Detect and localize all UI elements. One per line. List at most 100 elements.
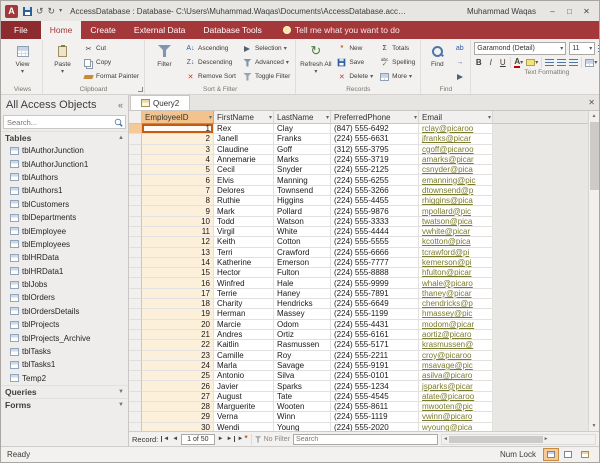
cell-first-name[interactable]: Delores	[214, 186, 274, 196]
cell-last-name[interactable]: Goff	[274, 145, 331, 155]
row-selector[interactable]	[129, 351, 142, 361]
cell-employee-id[interactable]: 3	[142, 145, 214, 155]
cell-employee-id[interactable]: 27	[142, 392, 214, 402]
row-selector[interactable]	[129, 392, 142, 402]
tab-database-tools[interactable]: Database Tools	[194, 21, 270, 39]
ascending-button[interactable]: A↓ Ascending	[183, 42, 238, 55]
remove-sort-button[interactable]: ✕ Remove Sort	[183, 70, 238, 83]
cell-employee-id[interactable]: 7	[142, 186, 214, 196]
horizontal-scrollbar[interactable]: ◄ ►	[441, 434, 596, 445]
row-selector[interactable]	[129, 237, 142, 247]
nav-table-item[interactable]: tblOrdersDetails	[1, 305, 128, 318]
cell-first-name[interactable]: Elvis	[214, 175, 274, 185]
cell-employee-id[interactable]: 30	[142, 423, 214, 431]
filter-indicator[interactable]: No Filter	[255, 436, 290, 443]
cell-last-name[interactable]: Hendricks	[274, 299, 331, 309]
row-selector[interactable]	[129, 330, 142, 340]
align-center-button[interactable]	[557, 57, 566, 68]
nav-table-item[interactable]: tblProjects_Archive	[1, 331, 128, 344]
cell-first-name[interactable]: Charity	[214, 299, 274, 309]
cell-employee-id[interactable]: 25	[142, 371, 214, 381]
nav-collapse-icon[interactable]: «	[118, 100, 123, 110]
cell-employee-id[interactable]: 2	[142, 134, 214, 144]
row-selector[interactable]	[129, 289, 142, 299]
cell-email-link[interactable]: tcrawford@pi	[419, 248, 493, 258]
nav-table-item[interactable]: tblAuthors1	[1, 184, 128, 197]
nav-section-forms[interactable]: Forms ▼	[1, 398, 128, 411]
tell-me-box[interactable]: Tell me what you want to do	[283, 21, 400, 39]
cell-last-name[interactable]: Watson	[274, 217, 331, 227]
row-selector[interactable]	[129, 309, 142, 319]
cell-first-name[interactable]: Virgil	[214, 227, 274, 237]
cell-email-link[interactable]: whale@picaro	[419, 278, 493, 288]
select-button[interactable]	[452, 70, 467, 83]
cell-first-name[interactable]: Winfred	[214, 278, 274, 288]
cell-preferred-phone[interactable]: (224) 555-6666	[331, 248, 419, 258]
cell-last-name[interactable]: Tate	[274, 392, 331, 402]
cell-employee-id[interactable]: 19	[142, 309, 214, 319]
nav-table-item[interactable]: tblAuthors	[1, 171, 128, 184]
row-selector[interactable]	[129, 340, 142, 350]
cell-last-name[interactable]: Wooten	[274, 402, 331, 412]
goto-button[interactable]: →	[452, 56, 467, 69]
cell-preferred-phone[interactable]: (224) 555-4444	[331, 227, 419, 237]
nav-table-item[interactable]: tblCustomers	[1, 198, 128, 211]
cell-first-name[interactable]: Kaitlin	[214, 340, 274, 350]
cell-last-name[interactable]: Townsend	[274, 186, 331, 196]
row-selector[interactable]	[129, 217, 142, 227]
cell-first-name[interactable]: Andres	[214, 330, 274, 340]
totals-button[interactable]: Σ Totals	[377, 42, 417, 55]
cell-last-name[interactable]: Crawford	[274, 248, 331, 258]
cell-last-name[interactable]: Rasmussen	[274, 340, 331, 350]
align-right-button[interactable]	[569, 57, 578, 68]
row-selector[interactable]	[129, 402, 142, 412]
cell-first-name[interactable]: Terri	[214, 248, 274, 258]
cell-first-name[interactable]: Herman	[214, 309, 274, 319]
cell-employee-id[interactable]: 11	[142, 227, 214, 237]
cell-employee-id[interactable]: 24	[142, 361, 214, 371]
font-size-combo[interactable]: 11 ▾	[569, 42, 595, 55]
row-selector[interactable]	[129, 423, 142, 431]
close-button[interactable]: ✕	[578, 7, 595, 16]
cell-email-link[interactable]: vwhite@picar	[419, 227, 493, 237]
cell-email-link[interactable]: modom@picar	[419, 320, 493, 330]
cell-last-name[interactable]: Young	[274, 423, 331, 431]
cell-first-name[interactable]: Cecil	[214, 165, 274, 175]
cell-last-name[interactable]: Clay	[274, 124, 331, 134]
cell-last-name[interactable]: Winn	[274, 412, 331, 422]
cell-employee-id[interactable]: 14	[142, 258, 214, 268]
cell-employee-id[interactable]: 8	[142, 196, 214, 206]
cell-first-name[interactable]: Wendi	[214, 423, 274, 431]
nav-table-item[interactable]: tblEmployee	[1, 224, 128, 237]
row-selector[interactable]	[129, 196, 142, 206]
cell-email-link[interactable]: rhiggins@pica	[419, 196, 493, 206]
row-selector[interactable]	[129, 278, 142, 288]
italic-button[interactable]: I	[486, 57, 495, 68]
column-header[interactable]: EmployeeID ▾	[142, 111, 214, 124]
select-all-corner[interactable]	[129, 111, 142, 124]
nav-pane-header[interactable]: All Access Objects «	[1, 95, 128, 115]
cell-first-name[interactable]: Terrie	[214, 289, 274, 299]
nav-table-item[interactable]: tblProjects	[1, 318, 128, 331]
cell-employee-id[interactable]: 20	[142, 320, 214, 330]
cell-first-name[interactable]: Katherine	[214, 258, 274, 268]
cell-preferred-phone[interactable]: (224) 555-4545	[331, 392, 419, 402]
nav-table-item[interactable]: Temp2	[1, 372, 128, 385]
selection-button[interactable]: Selection ▾	[240, 42, 292, 55]
cell-last-name[interactable]: Sparks	[274, 381, 331, 391]
cell-email-link[interactable]: twatson@pica	[419, 217, 493, 227]
cell-first-name[interactable]: Marla	[214, 361, 274, 371]
cell-last-name[interactable]: Pollard	[274, 206, 331, 216]
cell-email-link[interactable]: croy@picaroo	[419, 351, 493, 361]
cell-employee-id[interactable]: 1	[142, 124, 214, 134]
align-left-button[interactable]	[545, 57, 554, 68]
row-selector[interactable]	[129, 124, 142, 134]
sql-view-button[interactable]	[560, 448, 576, 461]
row-selector[interactable]	[129, 155, 142, 165]
cell-preferred-phone[interactable]: (224) 555-3266	[331, 186, 419, 196]
cell-employee-id[interactable]: 13	[142, 248, 214, 258]
cell-employee-id[interactable]: 21	[142, 330, 214, 340]
signed-in-user[interactable]: Muhammad Waqas	[467, 7, 536, 16]
scroll-left-icon[interactable]: ◄	[443, 436, 448, 442]
nav-table-item[interactable]: tblDepartments	[1, 211, 128, 224]
